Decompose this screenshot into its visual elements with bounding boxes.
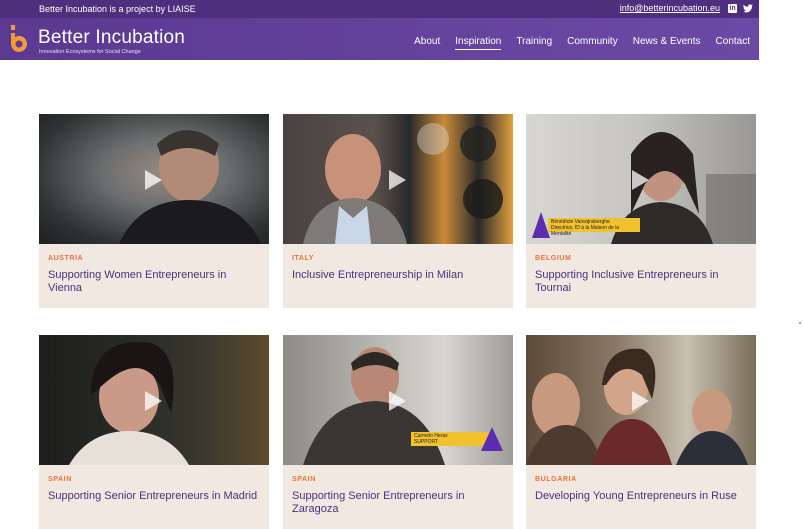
card-country: ITALY bbox=[292, 255, 315, 262]
video-card[interactable]: SPAIN Supporting Senior Entrepreneurs in… bbox=[39, 335, 269, 529]
video-card[interactable]: ITALY Inclusive Entrepreneurship in Mila… bbox=[283, 114, 513, 308]
play-icon[interactable] bbox=[143, 390, 163, 412]
overlay-role: SUPPORT bbox=[414, 439, 439, 445]
card-title[interactable]: Supporting Senior Entrepreneurs in Madri… bbox=[48, 490, 260, 503]
card-title[interactable]: Supporting Women Entrepreneurs in Vienna bbox=[48, 269, 260, 295]
video-thumbnail[interactable]: Carmelo Heras SUPPORT bbox=[283, 335, 513, 465]
logo-icon[interactable] bbox=[8, 25, 30, 53]
video-thumbnail[interactable] bbox=[39, 114, 269, 244]
video-thumbnail[interactable] bbox=[39, 335, 269, 465]
main-header: Better Incubation Innovation Ecosystems … bbox=[0, 18, 759, 60]
main-nav: About Inspiration Training Community New… bbox=[414, 36, 750, 50]
play-icon[interactable] bbox=[143, 169, 163, 191]
video-thumbnail[interactable] bbox=[526, 335, 756, 465]
card-title[interactable]: Developing Young Entrepreneurs in Ruse bbox=[535, 490, 747, 503]
linkedin-icon[interactable]: in bbox=[728, 3, 737, 13]
nav-training[interactable]: Training bbox=[516, 36, 552, 50]
video-thumbnail[interactable] bbox=[283, 114, 513, 244]
video-thumbnail[interactable]: Bénédicte Vanwijnsberghe Directrice, ID … bbox=[526, 114, 756, 244]
nav-contact[interactable]: Contact bbox=[716, 36, 750, 50]
card-title[interactable]: Inclusive Entrepreneurship in Milan bbox=[292, 269, 504, 282]
lower-third: Carmelo Heras SUPPORT bbox=[411, 432, 489, 446]
video-card[interactable]: AUSTRIA Supporting Women Entrepreneurs i… bbox=[39, 114, 269, 308]
top-bar: Better Incubation is a project by LIAISE… bbox=[0, 0, 759, 18]
nav-community[interactable]: Community bbox=[567, 36, 618, 50]
card-title[interactable]: Supporting Inclusive Entrepreneurs in To… bbox=[535, 269, 747, 295]
play-icon[interactable] bbox=[387, 169, 407, 191]
card-country: SPAIN bbox=[48, 476, 72, 483]
play-icon[interactable] bbox=[630, 169, 650, 191]
video-card[interactable]: Bénédicte Vanwijnsberghe Directrice, ID … bbox=[526, 114, 756, 308]
nav-news-events[interactable]: News & Events bbox=[633, 36, 701, 50]
nav-inspiration[interactable]: Inspiration bbox=[455, 36, 502, 50]
twitter-icon[interactable] bbox=[743, 3, 753, 13]
topbar-contact: info@betterincubation.eu in bbox=[620, 3, 753, 13]
decorative-dot bbox=[799, 322, 801, 324]
play-icon[interactable] bbox=[630, 390, 650, 412]
overlay-role: Directrice, ID à la Maison de la Mentali… bbox=[551, 225, 620, 237]
card-country: BELGIUM bbox=[535, 255, 572, 262]
card-country: SPAIN bbox=[292, 476, 316, 483]
card-country: AUSTRIA bbox=[48, 255, 84, 262]
lower-third: Bénédicte Vanwijnsberghe Directrice, ID … bbox=[548, 218, 640, 237]
play-icon[interactable] bbox=[387, 390, 407, 412]
email-link[interactable]: info@betterincubation.eu bbox=[620, 3, 720, 13]
card-country: BULGARIA bbox=[535, 476, 577, 483]
nav-about[interactable]: About bbox=[414, 36, 440, 50]
project-notice: Better Incubation is a project by LIAISE bbox=[39, 4, 196, 14]
brand-tagline: Innovation Ecosystems for Social Change bbox=[39, 49, 141, 55]
logo-overlay-icon bbox=[481, 427, 503, 451]
card-title[interactable]: Supporting Senior Entrepreneurs in Zarag… bbox=[292, 490, 504, 516]
brand-name[interactable]: Better Incubation bbox=[38, 27, 185, 49]
video-card[interactable]: BULGARIA Developing Young Entrepreneurs … bbox=[526, 335, 756, 529]
video-card[interactable]: Carmelo Heras SUPPORT SPAIN Supporting S… bbox=[283, 335, 513, 529]
